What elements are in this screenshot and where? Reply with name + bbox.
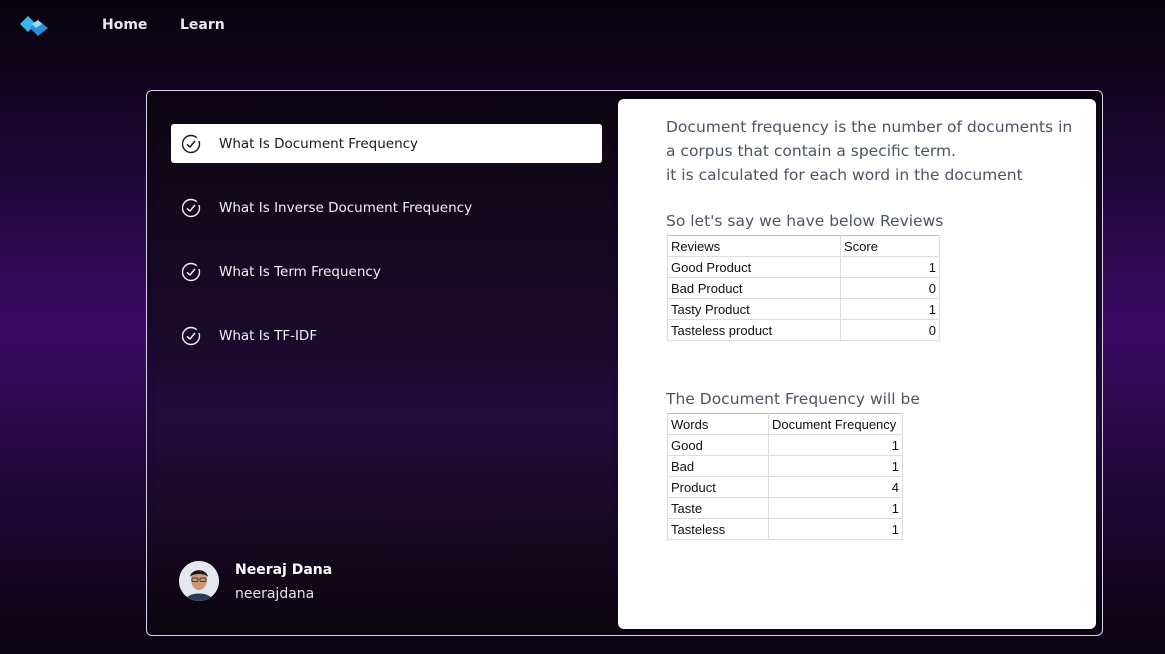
sidebar-item-label: What Is Term Frequency bbox=[219, 263, 381, 280]
table-cell: Tasteless product bbox=[667, 319, 841, 341]
table-row: Good Product 1 bbox=[667, 256, 940, 278]
sidebar-item-label: What Is Document Frequency bbox=[219, 135, 419, 152]
table-row: Tasteless 1 bbox=[667, 518, 903, 540]
sidebar-item-label: What Is Inverse Document Frequency bbox=[219, 199, 473, 216]
table-cell: Tasteless bbox=[667, 518, 769, 540]
sidebar-item-document-frequency[interactable]: What Is Document Frequency bbox=[171, 124, 602, 163]
table-row: Product 4 bbox=[667, 476, 903, 498]
table-cell: 0 bbox=[840, 277, 940, 299]
sidebar-item-inverse-document-frequency[interactable]: What Is Inverse Document Frequency bbox=[171, 188, 602, 227]
column-header: Reviews bbox=[667, 235, 841, 257]
description-line: a corpus that contain a specific term. bbox=[666, 142, 956, 160]
document-frequency-table: Words Document Frequency Good 1 Bad 1 Pr… bbox=[667, 413, 903, 540]
df-title: The Document Frequency will be bbox=[666, 390, 920, 408]
table-row: Tasteless product 0 bbox=[667, 319, 940, 341]
table-cell: Tasty Product bbox=[667, 298, 841, 320]
table-row: Good 1 bbox=[667, 434, 903, 456]
table-cell: Product bbox=[667, 476, 769, 498]
table-cell: 4 bbox=[768, 476, 903, 498]
top-nav: Home Learn bbox=[0, 0, 1165, 52]
content-panel: Document frequency is the number of docu… bbox=[618, 99, 1096, 629]
sidebar-item-term-frequency[interactable]: What Is Term Frequency bbox=[171, 252, 602, 291]
nav-link-home[interactable]: Home bbox=[102, 17, 147, 33]
check-circle-icon bbox=[181, 134, 201, 154]
main-frame: What Is Document Frequency What Is Inver… bbox=[146, 90, 1103, 636]
table-cell: 1 bbox=[768, 518, 903, 540]
nav-link-learn[interactable]: Learn bbox=[180, 17, 225, 33]
column-header: Words bbox=[667, 413, 769, 435]
table-row: Bad 1 bbox=[667, 455, 903, 477]
check-circle-icon bbox=[181, 326, 201, 346]
table-cell: 1 bbox=[768, 455, 903, 477]
table-cell: 1 bbox=[768, 434, 903, 456]
table-cell: 1 bbox=[840, 256, 940, 278]
user-profile[interactable]: Neeraj Dana neerajdana bbox=[179, 553, 479, 603]
check-circle-icon bbox=[181, 198, 201, 218]
description: Document frequency is the number of docu… bbox=[666, 115, 1076, 187]
sidebar-item-label: What Is TF-IDF bbox=[219, 327, 318, 344]
reviews-title: So let's say we have below Reviews bbox=[666, 212, 944, 230]
logo-icon[interactable] bbox=[18, 14, 50, 38]
sidebar: What Is Document Frequency What Is Inver… bbox=[155, 99, 611, 629]
table-header-row: Reviews Score bbox=[667, 235, 940, 257]
profile-name: Neeraj Dana bbox=[235, 562, 333, 578]
check-circle-icon bbox=[181, 262, 201, 282]
table-cell: Taste bbox=[667, 497, 769, 519]
table-cell: Bad bbox=[667, 455, 769, 477]
table-cell: 1 bbox=[840, 298, 940, 320]
profile-handle: neerajdana bbox=[235, 586, 315, 602]
table-cell: 1 bbox=[768, 497, 903, 519]
avatar[interactable] bbox=[179, 561, 219, 601]
column-header: Document Frequency bbox=[768, 413, 903, 435]
description-line: it is calculated for each word in the do… bbox=[666, 166, 1023, 184]
table-cell: Good bbox=[667, 434, 769, 456]
table-cell: Bad Product bbox=[667, 277, 841, 299]
table-row: Taste 1 bbox=[667, 497, 903, 519]
table-row: Bad Product 0 bbox=[667, 277, 940, 299]
table-cell: Good Product bbox=[667, 256, 841, 278]
description-line: Document frequency is the number of docu… bbox=[666, 118, 1073, 136]
table-header-row: Words Document Frequency bbox=[667, 413, 903, 435]
column-header: Score bbox=[840, 235, 940, 257]
table-row: Tasty Product 1 bbox=[667, 298, 940, 320]
table-cell: 0 bbox=[840, 319, 940, 341]
reviews-table: Reviews Score Good Product 1 Bad Product… bbox=[667, 235, 940, 341]
sidebar-item-tf-idf[interactable]: What Is TF-IDF bbox=[171, 316, 602, 355]
